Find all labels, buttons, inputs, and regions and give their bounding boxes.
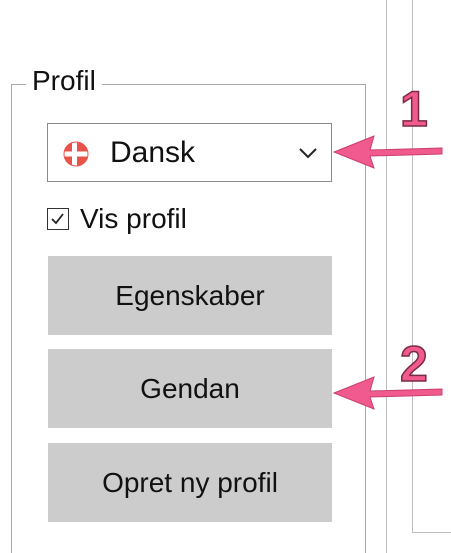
profile-group-title: Profil xyxy=(26,63,102,99)
panel-border-left xyxy=(412,0,413,532)
screenshot-canvas: Profil Dansk Vis profil Egenskaber Genda… xyxy=(0,0,451,553)
language-selected-value: Dansk xyxy=(110,136,196,169)
show-profile-label: Vis profil xyxy=(80,203,187,234)
show-profile-checkbox[interactable] xyxy=(47,208,69,230)
restore-button[interactable]: Gendan xyxy=(48,349,332,428)
denmark-flag-icon xyxy=(63,141,89,167)
annotation-number-1: 1 xyxy=(399,81,428,137)
language-dropdown[interactable]: Dansk xyxy=(47,123,332,182)
chevron-down-icon xyxy=(297,142,319,164)
panel-border-bottom xyxy=(412,532,451,533)
show-profile-checkbox-row[interactable]: Vis profil xyxy=(47,199,187,239)
annotation-arrow-1 xyxy=(332,135,443,169)
create-new-profile-button[interactable]: Opret ny profil xyxy=(48,443,332,522)
annotation-arrow-2 xyxy=(332,376,443,410)
checkmark-icon xyxy=(51,213,64,225)
properties-button[interactable]: Egenskaber xyxy=(48,256,332,335)
window-divider xyxy=(386,0,387,553)
